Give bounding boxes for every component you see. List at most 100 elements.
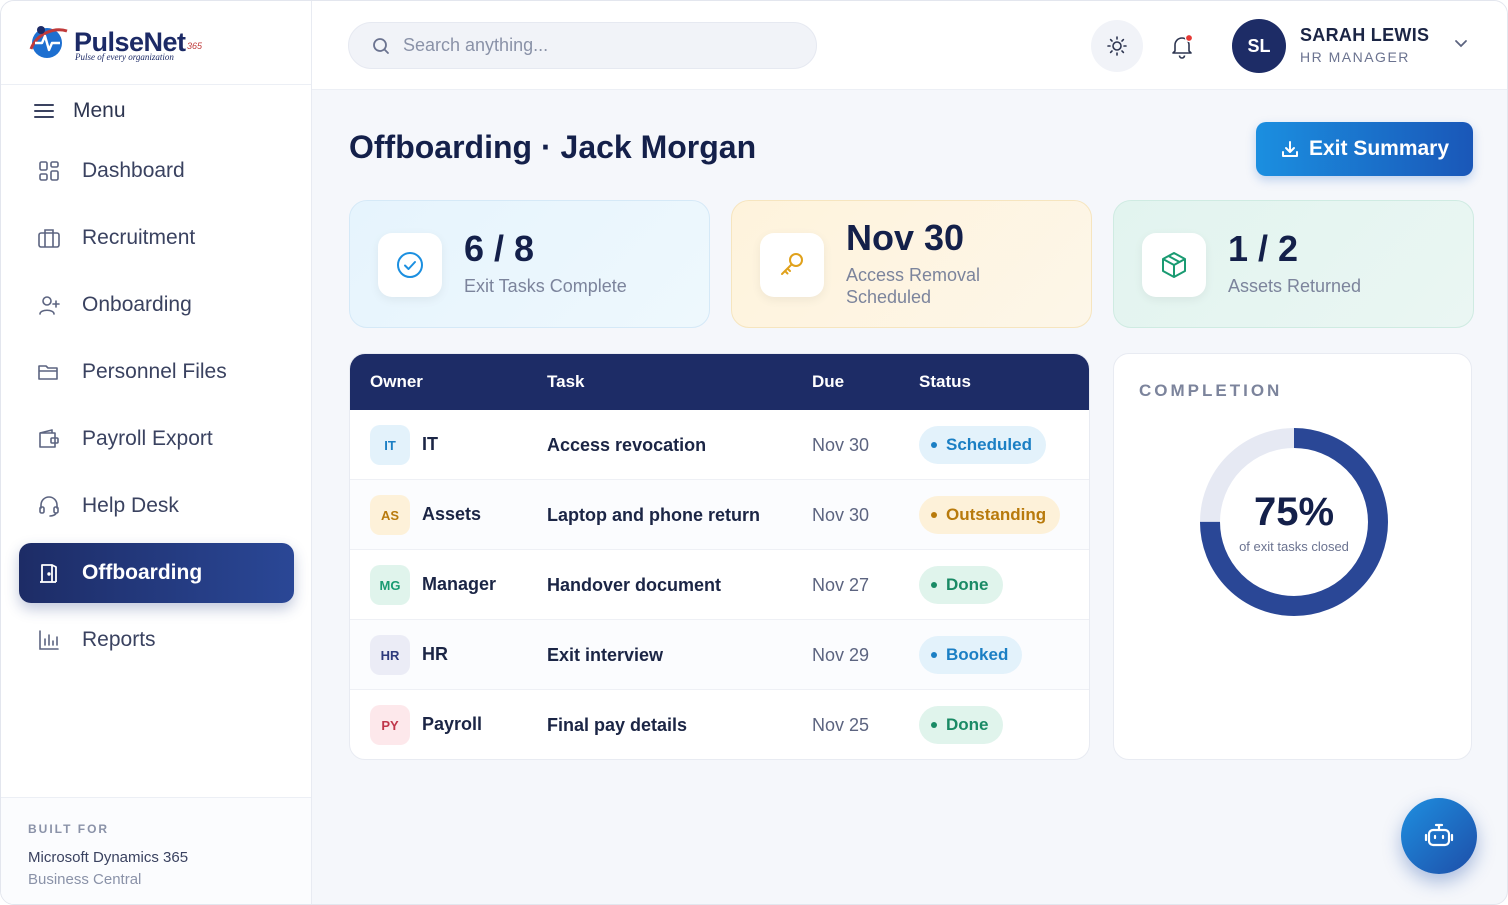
table-header: Owner Task Due Status xyxy=(350,354,1089,410)
notifications-button[interactable] xyxy=(1156,20,1208,72)
brand-logo[interactable]: PulseNet 365 Pulse of every organization xyxy=(1,1,311,85)
owner-name: Payroll xyxy=(422,714,483,734)
key-icon xyxy=(760,233,824,297)
column-header-status[interactable]: Status xyxy=(919,372,971,392)
status-dot xyxy=(931,652,937,658)
sidebar-item-label: Reports xyxy=(82,628,156,651)
stat-value: 1 / 2 xyxy=(1228,228,1299,269)
column-header-due[interactable]: Due xyxy=(812,372,844,392)
built-for-edition: Business Central xyxy=(28,871,142,888)
due-date: Nov 27 xyxy=(812,575,870,595)
sidebar-item-reports[interactable]: Reports xyxy=(19,610,294,670)
search-box[interactable] xyxy=(348,22,817,69)
built-for-panel: BUILT FOR Microsoft Dynamics 365 Busines… xyxy=(1,797,311,904)
status-label: Booked xyxy=(946,645,1009,664)
status-badge: Done xyxy=(919,706,1003,744)
user-plus-icon xyxy=(37,293,61,317)
sidebar-item-label: Recruitment xyxy=(82,226,196,249)
owner-name: HR xyxy=(422,644,448,664)
task-name: Access revocation xyxy=(547,435,707,455)
status-label: Scheduled xyxy=(946,435,1032,454)
table-row[interactable]: HR HR Exit interview Nov 29 Booked xyxy=(350,620,1089,690)
table-row[interactable]: AS Assets Laptop and phone return Nov 30… xyxy=(350,480,1089,550)
stat-caption: Assets Returned xyxy=(1228,276,1362,296)
exit-summary-label: Exit Summary xyxy=(1308,137,1450,160)
built-for-label: BUILT FOR xyxy=(28,822,110,836)
completion-percent: 75% xyxy=(1253,490,1335,534)
menu-label: Menu xyxy=(73,99,126,122)
topbar: SL SARAH LEWIS HR MANAGER xyxy=(312,1,1507,90)
owner-badge: MG xyxy=(370,565,410,605)
completion-caption: of exit tasks closed xyxy=(1239,539,1349,554)
avatar[interactable]: SL xyxy=(1232,19,1286,73)
brand-tagline: Pulse of every organization xyxy=(75,52,174,62)
status-badge: Booked xyxy=(919,636,1023,674)
theme-toggle-button[interactable] xyxy=(1091,20,1143,72)
status-badge: Scheduled xyxy=(919,426,1046,464)
completion-card: COMPLETION 75% of exit tasks closed xyxy=(1113,353,1472,760)
column-header-task[interactable]: Task xyxy=(547,372,585,392)
box-icon xyxy=(1142,233,1206,297)
sidebar-item-offboarding[interactable]: Offboarding xyxy=(19,543,294,603)
task-name: Laptop and phone return xyxy=(547,505,760,525)
due-date: Nov 25 xyxy=(812,715,870,735)
sidebar-item-recruitment[interactable]: Recruitment xyxy=(19,208,294,268)
table-row[interactable]: MG Manager Handover document Nov 27 Done xyxy=(350,550,1089,620)
wallet-icon xyxy=(37,427,61,451)
status-label: Outstanding xyxy=(946,505,1047,524)
exit-tasks-table: Owner Task Due Status IT IT Access revoc… xyxy=(349,353,1090,760)
completion-title: COMPLETION xyxy=(1139,381,1283,400)
sidebar-item-label: Help Desk xyxy=(82,494,179,517)
exit-summary-button[interactable]: Exit Summary xyxy=(1256,122,1473,176)
user-name: SARAH LEWIS xyxy=(1300,25,1430,45)
sidebar-item-dashboard[interactable]: Dashboard xyxy=(19,141,294,201)
status-label: Done xyxy=(946,715,989,734)
task-name: Handover document xyxy=(547,575,722,595)
status-dot xyxy=(931,442,937,448)
owner-name: Assets xyxy=(422,504,482,524)
sidebar-item-label: Payroll Export xyxy=(82,427,213,450)
dashboard-icon xyxy=(37,159,61,183)
stat-card-assets-returned: 1 / 2 Assets Returned xyxy=(1113,200,1474,328)
sidebar-item-personnel-files[interactable]: Personnel Files xyxy=(19,342,294,402)
owner-badge: AS xyxy=(370,495,410,535)
status-dot xyxy=(931,582,937,588)
sidebar-item-label: Dashboard xyxy=(82,159,185,182)
stat-card-access-removal: Nov 30 Access Removal Scheduled xyxy=(731,200,1092,328)
stat-caption: Exit Tasks Complete xyxy=(464,276,627,296)
assistant-bot-button[interactable] xyxy=(1401,798,1477,874)
chevron-down-icon[interactable] xyxy=(1453,35,1469,51)
owner-name: Manager xyxy=(422,574,497,594)
status-dot xyxy=(931,722,937,728)
app-window: PulseNet 365 Pulse of every organization… xyxy=(0,0,1508,905)
sidebar-item-help-desk[interactable]: Help Desk xyxy=(19,476,294,536)
table-row[interactable]: IT IT Access revocation Nov 30 Scheduled xyxy=(350,410,1089,480)
due-date: Nov 30 xyxy=(812,435,870,455)
menu-toggle[interactable]: Menu xyxy=(33,99,126,123)
stat-value: 6 / 8 xyxy=(464,228,535,269)
sidebar: PulseNet 365 Pulse of every organization… xyxy=(1,1,312,904)
sidebar-item-onboarding[interactable]: Onboarding xyxy=(19,275,294,335)
due-date: Nov 30 xyxy=(812,505,870,525)
sidebar-item-payroll-export[interactable]: Payroll Export xyxy=(19,409,294,469)
column-header-owner[interactable]: Owner xyxy=(370,372,423,392)
status-label: Done xyxy=(946,575,989,594)
hamburger-icon xyxy=(34,104,54,118)
sidebar-item-label: Personnel Files xyxy=(82,360,227,383)
download-icon xyxy=(1281,141,1298,157)
stat-card-exit-tasks: 6 / 8 Exit Tasks Complete xyxy=(349,200,710,328)
check-circle-icon xyxy=(378,233,442,297)
sun-icon xyxy=(1107,36,1127,56)
status-dot xyxy=(931,512,937,518)
status-badge: Outstanding xyxy=(919,496,1061,534)
page-title: Offboarding · Jack Morgan xyxy=(349,129,757,165)
door-exit-icon xyxy=(37,561,61,585)
built-for-product: Microsoft Dynamics 365 xyxy=(28,849,189,866)
robot-icon xyxy=(1424,823,1454,847)
due-date: Nov 29 xyxy=(812,645,870,665)
headset-icon xyxy=(37,494,61,518)
search-input[interactable] xyxy=(403,35,803,56)
owner-badge: PY xyxy=(370,705,410,745)
user-role: HR MANAGER xyxy=(1300,49,1410,65)
table-row[interactable]: PY Payroll Final pay details Nov 25 Done xyxy=(350,690,1089,759)
